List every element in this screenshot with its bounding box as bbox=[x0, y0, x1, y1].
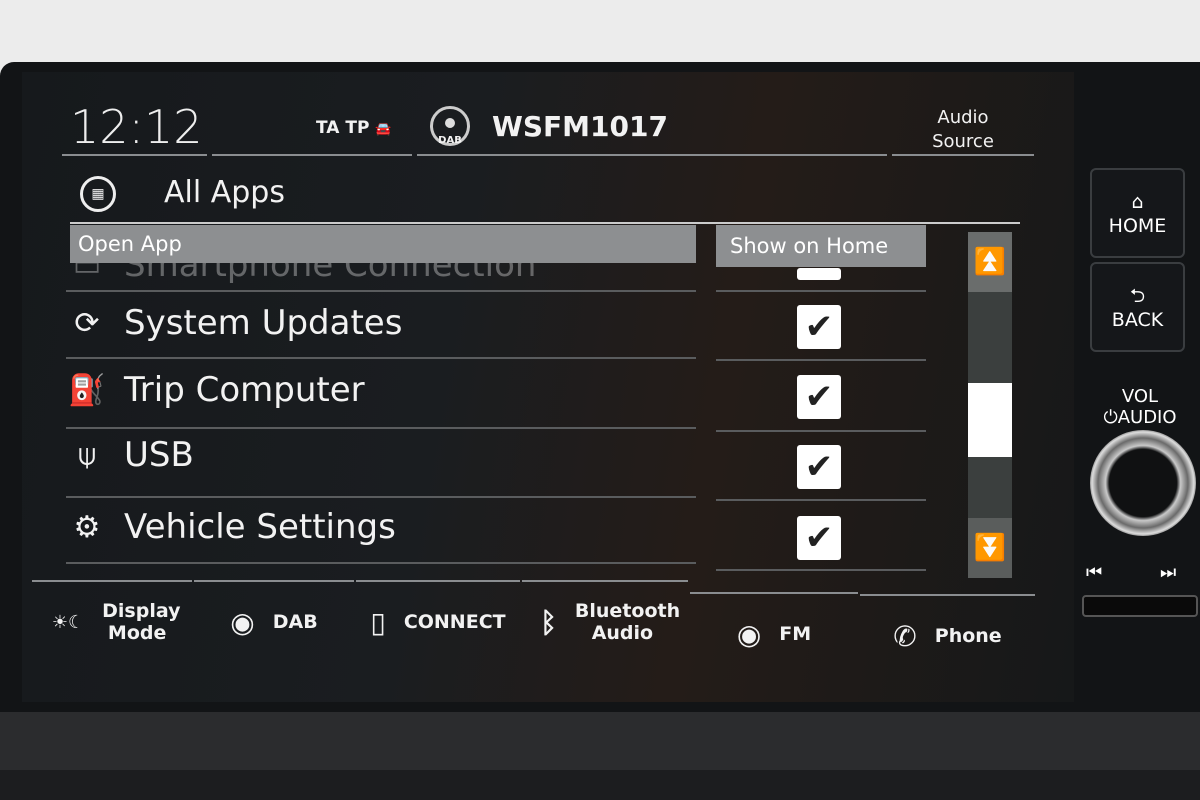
app-label: USB bbox=[124, 435, 194, 475]
volume-knob[interactable] bbox=[1090, 430, 1196, 536]
home-label: HOME bbox=[1108, 215, 1167, 237]
back-arrow-icon: ⮌ bbox=[1129, 285, 1146, 307]
bottom-button-phone[interactable]: ✆ Phone bbox=[860, 594, 1035, 676]
ta-tp-label: TA TP bbox=[316, 118, 370, 138]
app-row-vehicle-settings[interactable]: ⚙ Vehicle Settings bbox=[62, 494, 396, 560]
dashboard-lower bbox=[0, 770, 1200, 800]
divider bbox=[417, 154, 887, 156]
bottom-label: DAB bbox=[272, 611, 318, 633]
fuel-pump-icon: ⛽ bbox=[68, 372, 106, 408]
audio-source-button[interactable]: Audio Source bbox=[918, 106, 1008, 154]
traffic-signal-icon: 🚘 bbox=[375, 122, 392, 137]
car-gear-icon: ⚙ bbox=[73, 509, 101, 545]
bottom-button-bluetooth-audio[interactable]: ᛒ Bluetooth Audio bbox=[522, 580, 688, 662]
app-label: Vehicle Settings bbox=[124, 507, 396, 547]
ta-tp-indicator: TA TP 🚘 bbox=[316, 118, 392, 138]
disc-slot bbox=[1082, 595, 1198, 617]
scroll-up-icon[interactable]: ⏫ bbox=[968, 232, 1012, 292]
bottom-button-fm[interactable]: ◉ FM bbox=[690, 592, 858, 674]
open-app-header-overlay: Open App bbox=[70, 225, 696, 263]
source-badge: DAB bbox=[438, 135, 462, 146]
broadcast-icon: ◉ bbox=[736, 617, 762, 651]
show-on-home-checkbox[interactable] bbox=[797, 268, 841, 280]
broadcast-icon: ◉ bbox=[230, 605, 255, 639]
show-on-home-checkbox[interactable]: ✔ bbox=[797, 375, 841, 419]
app-row-trip-computer[interactable]: ⛽ Trip Computer bbox=[62, 357, 365, 423]
sun-moon-icon: ☀☾ bbox=[51, 611, 85, 633]
home-button[interactable]: ⌂ HOME bbox=[1090, 168, 1185, 258]
audio-label: AUDIO bbox=[1117, 407, 1177, 428]
app-row-usb[interactable]: ⍦ USB bbox=[62, 422, 194, 488]
touch-screen: 12:12 TA TP 🚘 DAB WSFM1017 Audio Source … bbox=[22, 72, 1074, 702]
back-button[interactable]: ⮌ BACK bbox=[1090, 262, 1185, 352]
phone-handset-icon: ✆ bbox=[893, 619, 917, 653]
bottom-label: Bluetooth Audio bbox=[574, 600, 681, 644]
open-app-label: Open App bbox=[78, 232, 182, 256]
bottom-label: Display Mode bbox=[102, 600, 181, 644]
phone-device-icon: ▯ bbox=[370, 605, 386, 639]
app-row-system-updates[interactable]: ⟳ System Updates bbox=[62, 290, 402, 356]
vol-label: VOL bbox=[1121, 386, 1159, 407]
divider bbox=[716, 290, 926, 292]
previous-track-icon[interactable]: ⏮ bbox=[1086, 562, 1102, 583]
home-icon: ⌂ bbox=[1131, 191, 1144, 213]
usb-icon: ⍦ bbox=[78, 437, 96, 473]
app-label: Trip Computer bbox=[124, 370, 365, 410]
bottom-label: CONNECT bbox=[403, 611, 506, 633]
app-label: System Updates bbox=[124, 303, 403, 343]
divider bbox=[716, 569, 926, 571]
show-on-home-checkbox[interactable]: ✔ bbox=[797, 516, 841, 560]
refresh-icon: ⟳ bbox=[74, 305, 100, 341]
divider bbox=[66, 562, 696, 564]
divider bbox=[716, 430, 926, 432]
broadcast-icon: DAB bbox=[430, 106, 470, 146]
show-on-home-checkbox[interactable]: ✔ bbox=[797, 305, 841, 349]
grid-icon: ▦ bbox=[80, 176, 116, 212]
divider bbox=[716, 499, 926, 501]
divider bbox=[716, 359, 926, 361]
bottom-label: Phone bbox=[934, 625, 1002, 647]
bottom-button-display-mode[interactable]: ☀☾ Display Mode bbox=[32, 580, 192, 662]
bottom-button-dab[interactable]: ◉ DAB bbox=[194, 580, 354, 662]
show-on-home-checkbox[interactable]: ✔ bbox=[797, 445, 841, 489]
scroll-down-icon[interactable]: ⏬ bbox=[968, 518, 1012, 578]
bluetooth-icon: ᛒ bbox=[540, 605, 557, 639]
show-on-home-column-header: Show on Home bbox=[716, 225, 926, 267]
scrollbar-thumb[interactable] bbox=[968, 383, 1012, 458]
power-icon: ⏻ bbox=[1103, 407, 1118, 428]
divider bbox=[892, 154, 1034, 156]
back-label: BACK bbox=[1111, 309, 1164, 331]
vol-audio-label: VOL ⏻AUDIO bbox=[1095, 386, 1185, 428]
next-track-icon[interactable]: ⏭ bbox=[1160, 562, 1176, 583]
divider bbox=[62, 154, 207, 156]
page-title: All Apps bbox=[164, 175, 285, 210]
clock: 12:12 bbox=[70, 100, 203, 154]
divider bbox=[212, 154, 412, 156]
bottom-label: FM bbox=[779, 623, 812, 645]
bottom-button-connect[interactable]: ▯ CONNECT bbox=[356, 580, 520, 662]
divider bbox=[70, 222, 1020, 224]
station-name[interactable]: WSFM1017 bbox=[492, 110, 668, 143]
